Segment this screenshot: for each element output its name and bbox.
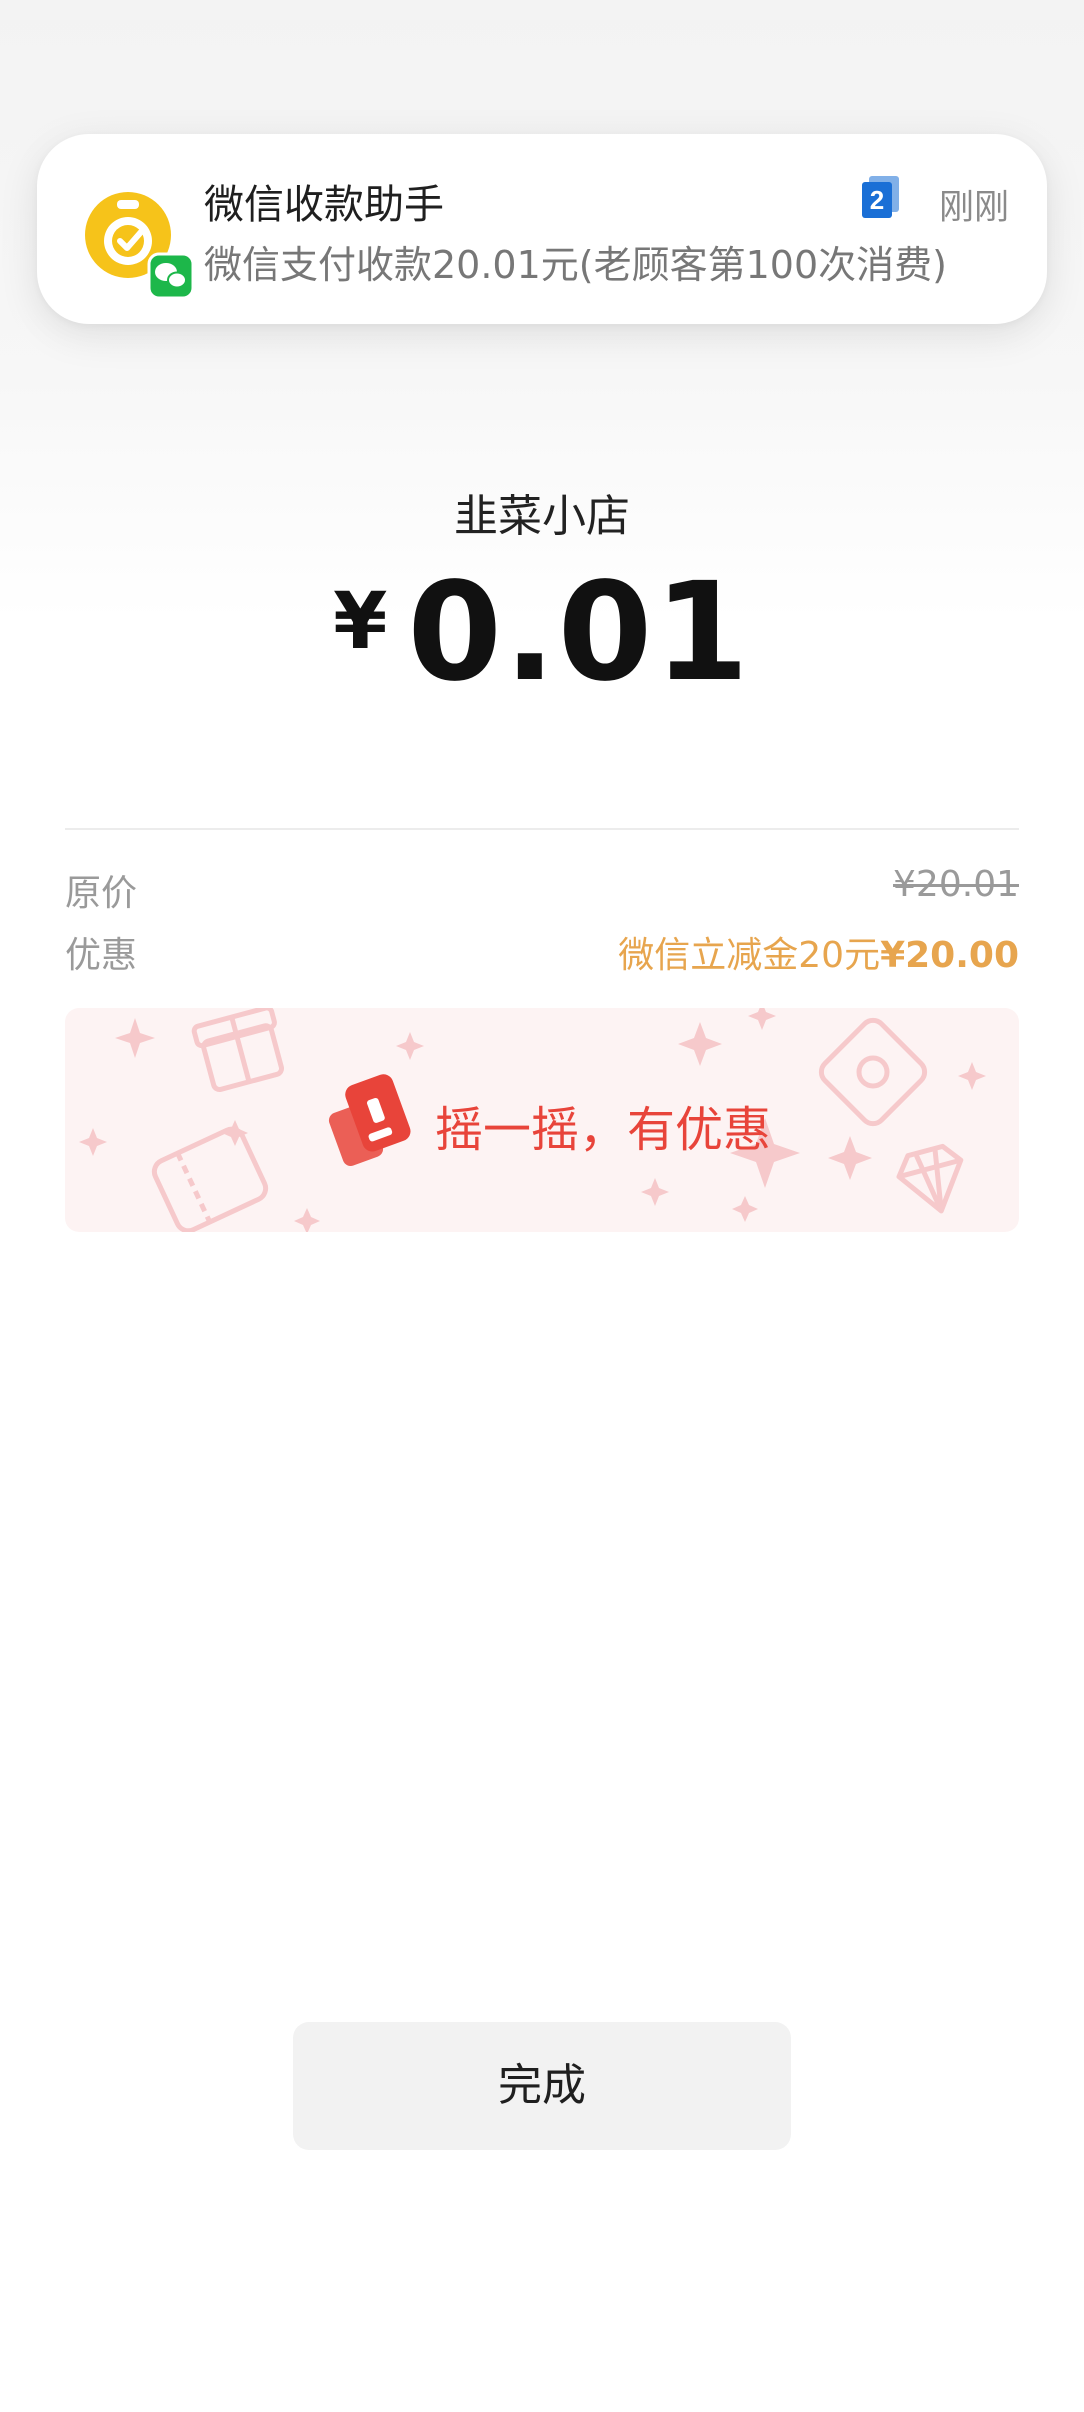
original-price-label: 原价	[65, 873, 138, 914]
shake-icon	[328, 1074, 411, 1166]
shake-promo-text: 摇一摇，有优惠	[435, 1102, 772, 1158]
discount-row-value: 微信立减金20元¥20.00	[618, 926, 1019, 978]
payment-result-page: 微信收款助手 微信支付收款20.01元(老顾客第100次消费) 2 刚刚 韭菜小…	[0, 0, 1084, 2412]
discount-amount: ¥20.00	[880, 935, 1019, 976]
discount-description: 微信立减金20元	[618, 935, 881, 976]
divider	[65, 828, 1019, 830]
currency-symbol: ¥	[333, 577, 388, 667]
wechat-pay-assistant-icon	[85, 192, 195, 300]
shake-promo-banner[interactable]: 摇一摇，有优惠	[65, 1008, 1019, 1232]
notification-count-icon: 2	[862, 176, 899, 218]
notification-banner[interactable]: 微信收款助手 微信支付收款20.01元(老顾客第100次消费) 2 刚刚	[37, 134, 1047, 324]
notification-body: 微信支付收款20.01元(老顾客第100次消费)	[204, 243, 947, 287]
merchant-name: 韭菜小店	[454, 491, 630, 542]
notification-count: 2	[870, 185, 884, 215]
notification-title: 微信收款助手	[204, 182, 444, 228]
discount-label: 优惠	[65, 935, 138, 976]
notification-time: 刚刚	[938, 188, 1009, 228]
original-price-value: ¥20.01	[893, 864, 1019, 905]
done-button[interactable]: 完成	[293, 2022, 791, 2150]
paid-amount: 0.01	[407, 554, 751, 712]
amount-display: ¥0.01	[0, 565, 1084, 701]
